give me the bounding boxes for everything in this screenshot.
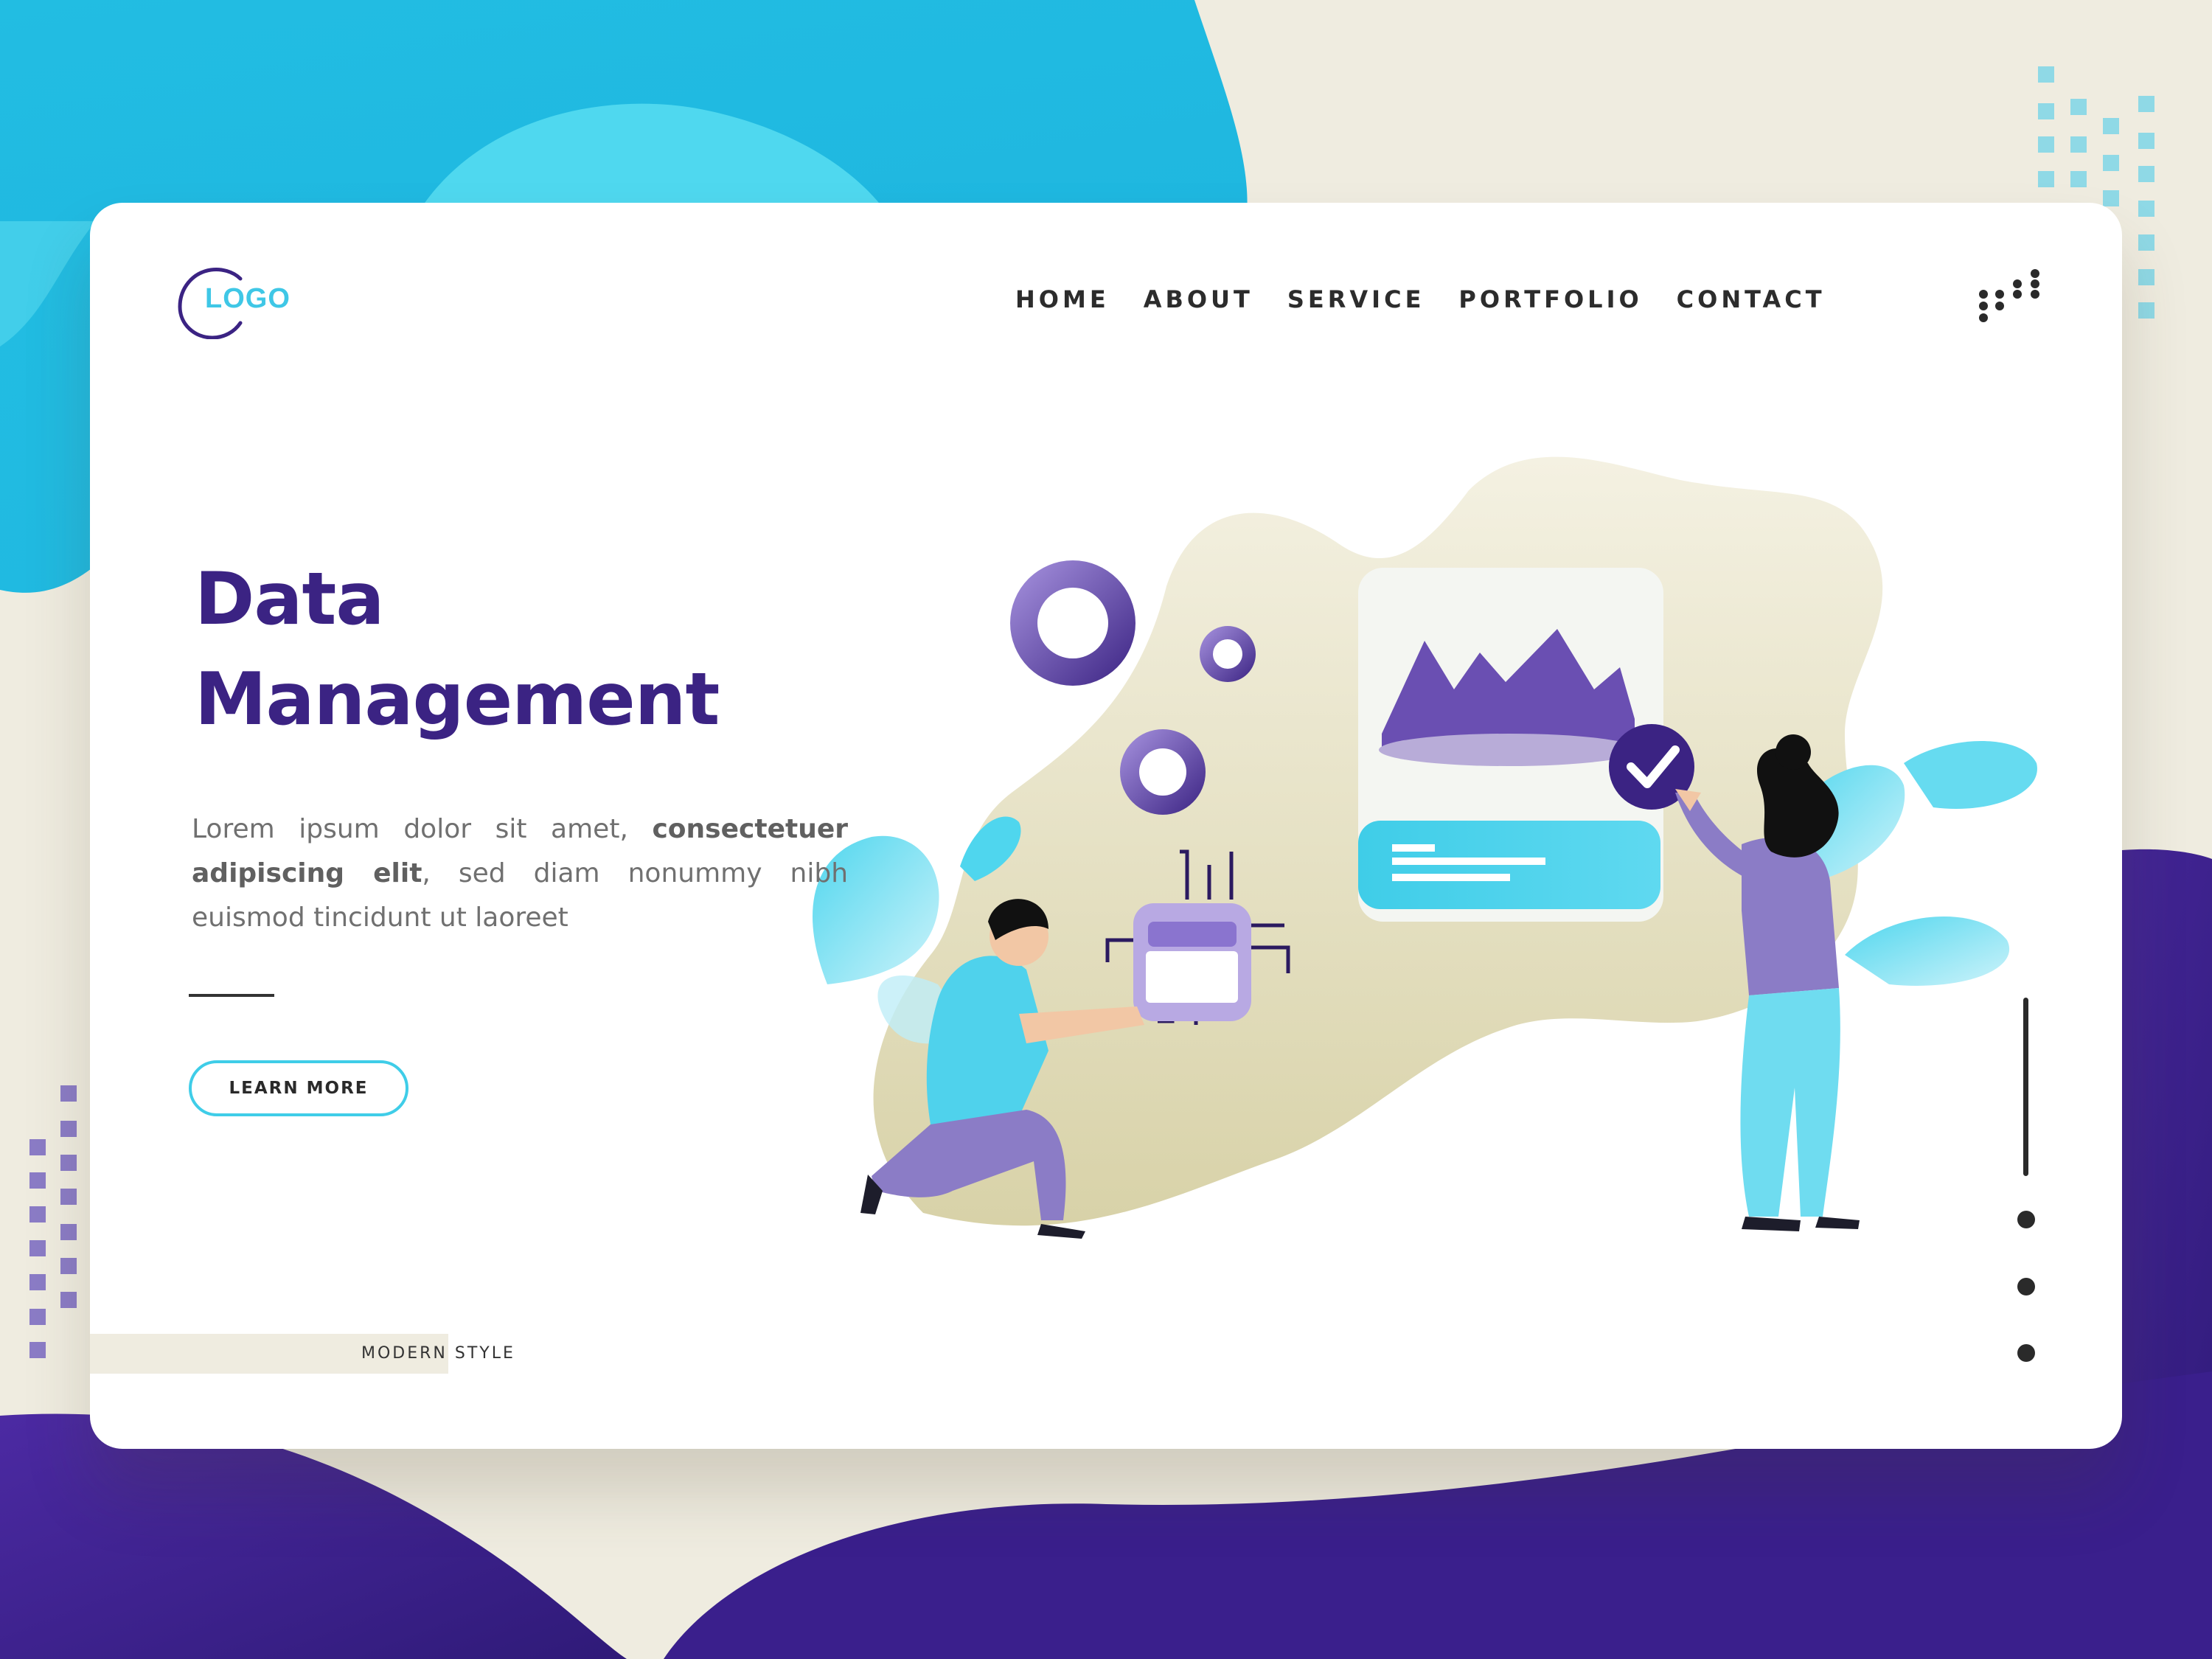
logo-text: LOGO — [205, 283, 291, 314]
logo[interactable]: LOGO — [175, 265, 301, 340]
nav-service[interactable]: SERVICE — [1287, 285, 1425, 313]
scroll-indicator-line — [2023, 998, 2028, 1176]
tagline-text: MODERN STYLE — [361, 1344, 515, 1363]
gear-icon-large — [1010, 560, 1135, 686]
landing-card: LOGO HOME ABOUT SERVICE PORTFOLIO CONTAC… — [90, 203, 2122, 1449]
page-title: Data Management — [195, 549, 720, 750]
divider — [189, 994, 274, 997]
pager-dot-2[interactable] — [2017, 1278, 2035, 1295]
hero-description: Lorem ipsum dolor sit amet, consectetuer… — [192, 807, 848, 940]
pager-dot-1[interactable] — [2017, 1211, 2035, 1228]
nav-contact[interactable]: CONTACT — [1677, 285, 1826, 313]
pager-dot-3[interactable] — [2017, 1344, 2035, 1362]
nav-about[interactable]: ABOUT — [1144, 285, 1253, 313]
nav-portfolio[interactable]: PORTFOLIO — [1458, 285, 1642, 313]
learn-more-button[interactable]: LEARN MORE — [189, 1060, 408, 1116]
title-line-2: Management — [195, 658, 720, 742]
desc-text-1: Lorem ipsum dolor sit amet, — [192, 814, 653, 844]
nav-home[interactable]: HOME — [1015, 285, 1110, 313]
title-line-1: Data — [195, 557, 384, 641]
gear-icon-medium — [1120, 729, 1206, 815]
gear-icon-small — [1200, 626, 1256, 682]
dots-grid-icon[interactable] — [1978, 268, 2044, 327]
main-nav: HOME ABOUT SERVICE PORTFOLIO CONTACT — [1015, 285, 1826, 313]
